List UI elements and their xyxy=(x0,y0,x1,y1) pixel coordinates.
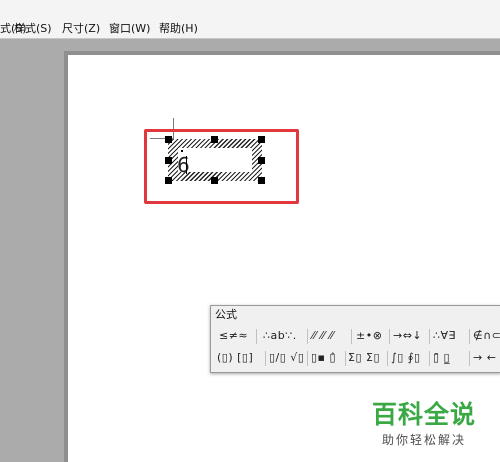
menu-help[interactable]: 帮助(H) xyxy=(159,22,198,36)
palette-separator xyxy=(387,351,388,366)
formula-palette: 公式 ≤≠≈ ∴ab∵. ⁄⁄ ⁄⁄ ⁄⁄ ±•⊗ →⇔↓ ∴∀∃ ∉∩⊂ (▯… xyxy=(210,305,500,373)
embellishments-button[interactable]: ⁄⁄ ⁄⁄ ⁄⁄ xyxy=(312,327,334,345)
palette-row-1: ≤≠≈ ∴ab∵. ⁄⁄ ⁄⁄ ⁄⁄ ±•⊗ →⇔↓ ∴∀∃ ∉∩⊂ xyxy=(211,327,500,347)
menu-style[interactable]: 样式(S) xyxy=(14,22,52,36)
palette-separator xyxy=(265,351,266,366)
fence-templates-button[interactable]: (▯) [▯] xyxy=(217,349,253,367)
palette-separator xyxy=(307,351,308,366)
palette-separator xyxy=(469,351,470,366)
summation-button[interactable]: Σ▯ Σ▯ xyxy=(348,349,380,367)
labeled-arrows-button[interactable]: → ← xyxy=(473,349,496,367)
palette-separator xyxy=(345,351,346,366)
menu-size[interactable]: 尺寸(Z) xyxy=(62,22,100,36)
set-theory-button[interactable]: ∉∩⊂ xyxy=(473,327,500,345)
palette-separator xyxy=(389,329,390,344)
subscript-superscript-button[interactable]: ▯▪ ▯̂ xyxy=(311,349,336,367)
watermark-title: 百科全说 xyxy=(372,400,477,429)
highlight-box xyxy=(144,129,299,204)
palette-separator xyxy=(256,329,257,344)
palette-row-2: (▯) [▯] ▯/▯ √▯ ▯▪ ▯̂ Σ▯ Σ▯ ∫▯ ∮▯ ▯̄ ▯̲ →… xyxy=(211,349,500,369)
menu-window[interactable]: 窗口(W) xyxy=(109,22,150,36)
palette-separator xyxy=(429,329,430,344)
operators-button[interactable]: ±•⊗ xyxy=(356,327,382,345)
palette-separator xyxy=(351,329,352,344)
palette-title: 公式 xyxy=(215,308,237,321)
underbar-overbar-button[interactable]: ▯̄ ▯̲ xyxy=(433,349,450,367)
spaces-ellipses-button[interactable]: ∴ab∵. xyxy=(263,327,297,345)
palette-separator xyxy=(429,351,430,366)
relations-button[interactable]: ≤≠≈ xyxy=(219,327,248,345)
watermark-subtitle: 助你轻松解决 xyxy=(382,433,467,447)
fraction-radical-button[interactable]: ▯/▯ √▯ xyxy=(269,349,304,367)
palette-separator xyxy=(469,329,470,344)
integral-button[interactable]: ∫▯ ∮▯ xyxy=(391,349,421,367)
menu-bar: 式(S) 样式(S) 尺寸(Z) 窗口(W) 帮助(H) xyxy=(0,0,500,39)
palette-separator xyxy=(307,329,308,344)
arrows-button[interactable]: →⇔↓ xyxy=(393,327,422,345)
logic-button[interactable]: ∴∀∃ xyxy=(433,327,456,345)
